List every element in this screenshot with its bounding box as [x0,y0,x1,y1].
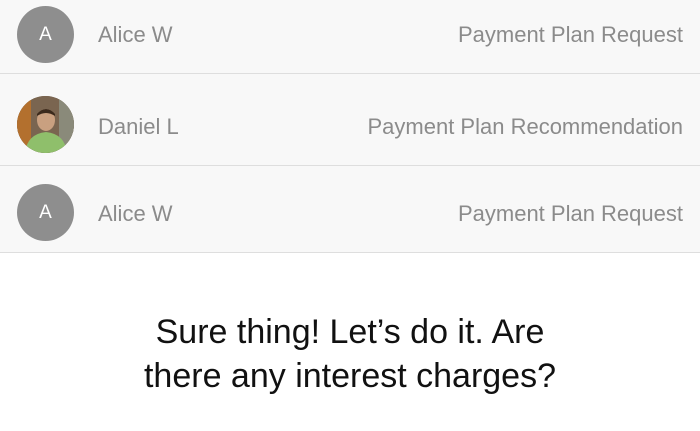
message-thread-list: A Alice W Payment Plan Request Daniel L … [0,0,700,253]
avatar: A [17,184,74,241]
thread-row[interactable]: A Alice W Payment Plan Request [0,0,700,74]
avatar-initial: A [39,201,52,223]
thread-row[interactable]: A Alice W Payment Plan Request [0,166,700,253]
thread-subject: Payment Plan Recommendation [367,114,684,139]
profile-photo-icon [17,96,74,153]
avatar-photo [17,96,74,153]
sender-name: Daniel L [98,114,179,139]
thread-subject: Payment Plan Request [457,22,683,47]
avatar: A [17,6,74,63]
message-line: Sure thing! Let’s do it. Are [155,313,545,351]
sender-name: Alice W [98,22,173,47]
message-line: there any interest charges? [143,357,557,395]
thread-row[interactable]: Daniel L Payment Plan Recommendation [0,74,700,166]
avatar-initial: A [39,23,52,45]
sender-name: Alice W [98,201,173,226]
message-body: Sure thing! Let’s do it. Are there any i… [0,310,700,398]
thread-subject: Payment Plan Request [457,201,683,226]
